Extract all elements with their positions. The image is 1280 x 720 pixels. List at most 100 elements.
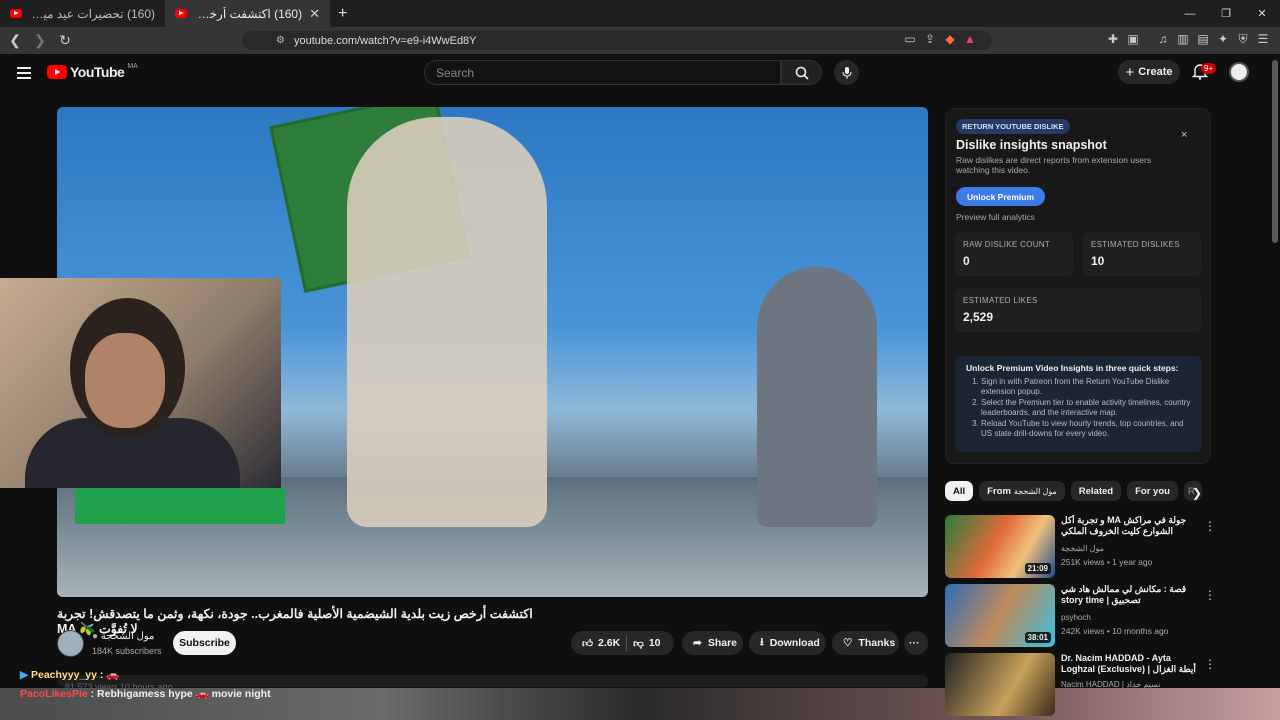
thumbs-down-icon: 👎︎ — [633, 637, 644, 650]
url-text: youtube.com/watch?v=e9-i4WwEd8Y — [294, 34, 477, 47]
more-options-icon[interactable]: ⋮ — [1204, 519, 1216, 533]
chip-for-you[interactable]: For you — [1127, 481, 1178, 501]
video-thumbnail[interactable] — [945, 653, 1055, 716]
description-box[interactable] — [57, 675, 928, 687]
share-button[interactable]: ➦ Share — [682, 631, 743, 655]
card-label: RAW DISLIKE COUNT — [963, 240, 1051, 249]
sidebar-icon[interactable]: ▥ — [1173, 32, 1193, 47]
video-title[interactable]: جولة في مراكش MA و تجربة أكل الشوارع كلي… — [1061, 515, 1196, 538]
page-scrollbar[interactable] — [1272, 60, 1278, 243]
chip-all[interactable]: All — [945, 481, 974, 501]
channel-avatar[interactable] — [57, 630, 84, 657]
overlay-green-bar — [75, 488, 285, 524]
video-duration: 38:01 — [1024, 632, 1051, 643]
video-thumbnail[interactable]: 38:01 — [945, 584, 1055, 647]
address-bar-actions: ▭ ⇪ ◆ ▲ — [900, 32, 980, 46]
reload-icon[interactable]: ↻ — [55, 32, 75, 49]
download-icon: ⭳ — [760, 636, 764, 648]
more-options-icon[interactable]: ⋮ — [1204, 588, 1216, 602]
share-label: Share — [707, 637, 737, 649]
chevron-right-icon[interactable]: ❯ — [1192, 486, 1202, 500]
channel-name[interactable]: مول الشخجة — [1061, 544, 1104, 553]
back-icon[interactable]: ❮ — [5, 32, 25, 49]
steps-list: Sign in with Patreon from the Return You… — [969, 377, 1194, 440]
unlock-premium-button[interactable]: Unlock Premium — [956, 187, 1045, 206]
youtube-logo[interactable]: YouTube MA — [47, 63, 138, 80]
recommended-video[interactable]: Dr. Nacim HADDAD - Ayta Loghzal (Exclusi… — [945, 653, 1216, 717]
brave-shield-icon[interactable]: ◆ — [940, 32, 960, 46]
estimated-dislikes-card: ESTIMATED DISLIKES 10 — [1083, 232, 1201, 276]
video-frame-person — [347, 117, 547, 527]
create-button[interactable]: + Create — [1118, 60, 1180, 84]
microphone-icon — [842, 66, 851, 79]
extension-tag: RETURN YOUTUBE DISLIKE — [956, 119, 1070, 134]
new-tab-button[interactable]: + — [338, 5, 347, 23]
channel-name[interactable]: Nacim HADDAD | نسيم حداد — [1061, 680, 1160, 689]
channel-name-text: مول الشخجة — [100, 631, 155, 642]
close-tab-icon[interactable]: ✕ — [309, 6, 320, 22]
chat-message: PacoLikesPie : Rebhigamess hype 🚗 movie … — [20, 687, 271, 700]
step-item: Select the Premium tier to enable activi… — [981, 398, 1194, 417]
download-button[interactable]: ⭳ Download — [749, 631, 826, 655]
share-page-icon[interactable]: ⇪ — [920, 32, 940, 46]
vpn-icon[interactable]: ⛨ — [1233, 32, 1253, 47]
subscribe-button[interactable]: Subscribe — [173, 631, 236, 655]
address-bar[interactable]: ⚙ youtube.com/watch?v=e9-i4WwEd8Y — [242, 31, 992, 50]
wallet-icon[interactable]: ▤ — [1193, 32, 1213, 47]
steps-title: Unlock Premium Video Insights in three q… — [966, 363, 1179, 373]
music-icon[interactable]: ♫ — [1153, 32, 1173, 47]
video-thumbnail[interactable]: 21:09 — [945, 515, 1055, 578]
browser-tab-active[interactable]: (160) اكتشفت أرخص زيت بلدية الـ ✕ — [165, 0, 330, 27]
like-button[interactable]: 👍︎ 2.6K — [582, 637, 620, 650]
screenshot-icon[interactable]: ▣ — [1123, 32, 1143, 47]
card-value: 0 — [963, 254, 970, 268]
chat-text: : 🚗 — [99, 669, 120, 681]
dislike-count: 10 — [648, 637, 661, 649]
search-button[interactable] — [781, 60, 822, 85]
card-label: ESTIMATED LIKES — [963, 296, 1038, 305]
youtube-play-icon — [47, 65, 67, 79]
close-panel-icon[interactable]: × — [1181, 129, 1187, 141]
close-window-button[interactable]: ✕ — [1244, 0, 1280, 27]
dislike-button[interactable]: 👎︎ 10 — [633, 637, 660, 650]
video-title[interactable]: Dr. Nacim HADDAD - Ayta Loghzal (Exclusi… — [1061, 653, 1196, 676]
puzzle-icon[interactable]: ✚ — [1103, 32, 1123, 47]
youtube-favicon-icon — [175, 9, 187, 18]
chip-related[interactable]: Related — [1070, 481, 1122, 501]
recommended-video[interactable]: 21:09 جولة في مراكش MA و تجربة أكل الشوا… — [945, 515, 1216, 579]
maximize-button[interactable]: ❐ — [1208, 0, 1244, 27]
minimize-button[interactable]: — — [1172, 0, 1208, 27]
youtube-favicon-icon — [10, 9, 22, 18]
logo-text: YouTube — [70, 64, 125, 80]
search-input[interactable]: Search — [424, 60, 781, 85]
extensions-toolbar: ✚ ▣ ♫ ▥ ▤ ✦ ⛨ ☰ — [1103, 32, 1273, 47]
channel-name[interactable]: مول الشخجة ● — [92, 631, 154, 642]
video-title[interactable]: قصة : مكانش لي ممالش هاد شي تصحبيق | sto… — [1061, 584, 1196, 606]
rewards-icon[interactable]: ▲ — [960, 32, 980, 46]
raw-dislike-card: RAW DISLIKE COUNT 0 — [955, 232, 1073, 276]
webcam-overlay — [0, 278, 281, 488]
site-info-icon[interactable]: ⚙ — [276, 35, 285, 46]
panel-title: Dislike insights snapshot — [956, 138, 1107, 152]
hamburger-menu-icon[interactable] — [17, 67, 31, 82]
menu-icon[interactable]: ☰ — [1253, 32, 1273, 47]
chat-text: : Rebhigamess hype 🚗 movie night — [90, 688, 271, 700]
video-frame-person — [757, 267, 877, 527]
account-avatar[interactable] — [1229, 62, 1249, 82]
recommended-video[interactable]: 38:01 قصة : مكانش لي ممالش هاد شي تصحبيق… — [945, 584, 1216, 648]
more-options-icon[interactable]: ⋮ — [1204, 657, 1216, 671]
ai-icon[interactable]: ✦ — [1213, 32, 1233, 47]
cast-icon[interactable]: ▭ — [900, 32, 920, 46]
download-label: Download — [769, 637, 820, 649]
video-meta: 242K views • 10 months ago — [1061, 626, 1169, 636]
chip-from-channel[interactable]: From مول الشخجة — [979, 481, 1065, 501]
thanks-button[interactable]: ♡ Thanks — [832, 631, 899, 655]
browser-tab[interactable]: (160) تحضيرات عيد ميلاد مريم نهار كلو — [0, 0, 165, 27]
estimated-likes-card: ESTIMATED LIKES 2,529 — [955, 288, 1201, 332]
voice-search-button[interactable] — [834, 60, 859, 85]
more-actions-button[interactable]: ··· — [904, 631, 928, 655]
forward-icon[interactable]: ❯ — [30, 32, 50, 49]
channel-name[interactable]: psyhoch — [1061, 613, 1091, 622]
like-divider — [626, 635, 628, 651]
subscriber-count: 184K subscribers — [92, 646, 162, 656]
